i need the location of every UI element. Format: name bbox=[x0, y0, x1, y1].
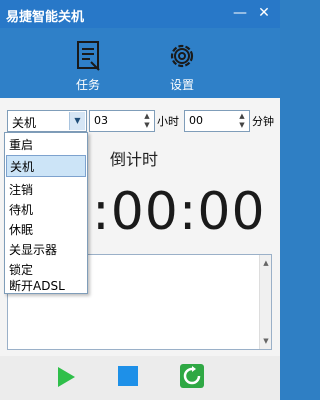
hours-up-icon[interactable]: ▲ bbox=[141, 112, 153, 121]
chevron-down-icon[interactable]: ▼ bbox=[69, 112, 85, 130]
task-button[interactable]: 任务 bbox=[58, 36, 118, 94]
scroll-down-icon[interactable]: ▼ bbox=[261, 335, 271, 347]
app-window: 易捷智能关机 — ✕ 任务 设置 关机 ▼ 03 ▲ ▼ 小时 00 ▲ ▼ 分… bbox=[0, 0, 280, 400]
minutes-down-icon[interactable]: ▼ bbox=[236, 121, 248, 130]
play-icon[interactable] bbox=[55, 366, 77, 388]
dropdown-item-disconnect-adsl[interactable]: 断开ADSL bbox=[6, 275, 86, 297]
action-selected-value: 关机 bbox=[12, 116, 37, 130]
bottom-bar bbox=[0, 356, 280, 400]
dropdown-item-monitor-off[interactable]: 关显示器 bbox=[6, 239, 86, 261]
minutes-up-icon[interactable]: ▲ bbox=[236, 112, 248, 121]
settings-button[interactable]: 设置 bbox=[152, 36, 212, 94]
refresh-icon[interactable] bbox=[180, 364, 204, 388]
settings-label: 设置 bbox=[169, 78, 194, 92]
hours-stepper[interactable]: 03 ▲ ▼ bbox=[89, 110, 155, 132]
dropdown-item-logoff[interactable]: 注销 bbox=[6, 179, 86, 201]
gear-icon bbox=[170, 44, 194, 68]
task-list-icon bbox=[77, 41, 100, 71]
close-button[interactable]: ✕ bbox=[256, 5, 272, 21]
dropdown-item-shutdown[interactable]: 关机 bbox=[6, 155, 86, 177]
minutes-stepper[interactable]: 00 ▲ ▼ bbox=[184, 110, 250, 132]
minimize-button[interactable]: — bbox=[232, 5, 248, 21]
dropdown-item-hibernate[interactable]: 休眠 bbox=[6, 219, 86, 241]
dropdown-item-standby[interactable]: 待机 bbox=[6, 199, 86, 221]
minutes-value: 00 bbox=[189, 114, 203, 127]
window-title: 易捷智能关机 bbox=[6, 10, 85, 25]
countdown-label: 倒计时 bbox=[110, 150, 159, 169]
dropdown-item-restart[interactable]: 重启 bbox=[6, 134, 86, 156]
toolbar: 任务 设置 bbox=[0, 28, 280, 98]
scroll-up-icon[interactable]: ▲ bbox=[261, 257, 271, 269]
stop-icon[interactable] bbox=[118, 366, 138, 386]
hours-unit-label: 小时 bbox=[157, 115, 179, 128]
minutes-unit-label: 分钟 bbox=[252, 115, 274, 128]
hours-down-icon[interactable]: ▼ bbox=[141, 121, 153, 130]
action-combobox[interactable]: 关机 ▼ bbox=[7, 110, 87, 132]
task-label: 任务 bbox=[75, 78, 100, 92]
title-bar: 易捷智能关机 — ✕ bbox=[0, 0, 280, 28]
vertical-scrollbar[interactable]: ▲ ▼ bbox=[259, 255, 271, 349]
hours-value: 03 bbox=[94, 114, 108, 127]
action-dropdown-list: 重启 关机 注销 待机 休眠 关显示器 锁定 断开ADSL bbox=[4, 132, 88, 294]
